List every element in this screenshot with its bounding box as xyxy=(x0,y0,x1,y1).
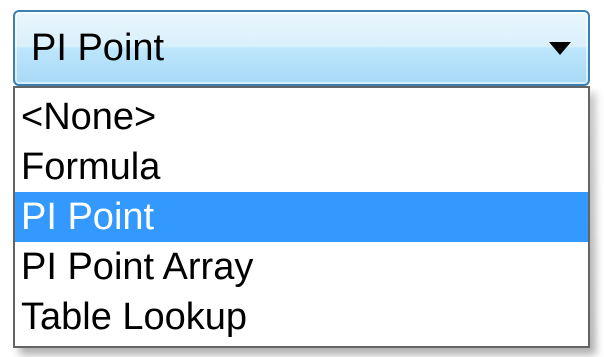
option-pi-point[interactable]: PI Point xyxy=(15,192,588,242)
triangle-down-icon[interactable] xyxy=(540,12,580,84)
data-reference-combobox[interactable]: PI Point xyxy=(13,10,590,86)
option-pi-point-array[interactable]: PI Point Array xyxy=(15,242,588,292)
combobox-selected-value: PI Point xyxy=(31,27,165,69)
option-none[interactable]: <None> xyxy=(15,92,588,142)
option-formula[interactable]: Formula xyxy=(15,142,588,192)
option-table-lookup[interactable]: Table Lookup xyxy=(15,292,588,342)
dropdown-list: <None> Formula PI Point PI Point Array T… xyxy=(13,86,590,348)
